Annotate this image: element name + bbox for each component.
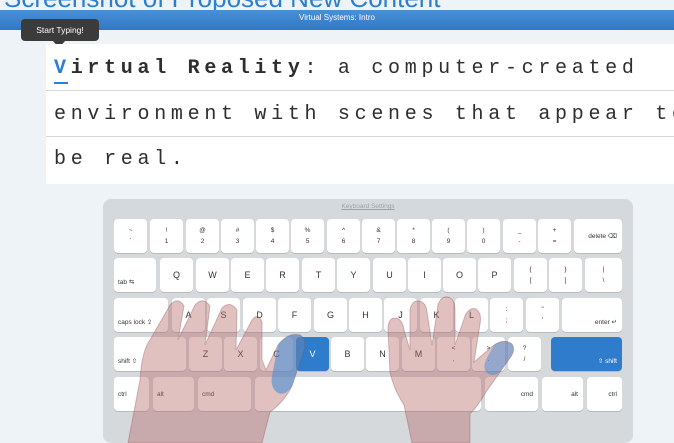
key-ctrl-left[interactable]: ctrl: [114, 377, 149, 411]
key-3[interactable]: #3: [221, 219, 254, 253]
key-q[interactable]: Q: [160, 258, 193, 292]
key-k[interactable]: K: [420, 298, 453, 332]
typing-cursor: [54, 82, 68, 84]
key-backslash[interactable]: | \: [585, 258, 622, 292]
lesson-line-1-rest: : a computer-created: [304, 57, 639, 80]
key-ctrl-right[interactable]: ctrl: [587, 377, 622, 411]
key-cmd-right[interactable]: cmd: [485, 377, 538, 411]
key-shift-right[interactable]: ⇧ shift: [551, 337, 622, 371]
key-i[interactable]: I: [408, 258, 441, 292]
key-minus[interactable]: _ -: [503, 219, 536, 253]
key-f[interactable]: F: [278, 298, 311, 332]
key-comma[interactable]: <,: [437, 337, 470, 371]
key-d[interactable]: D: [243, 298, 276, 332]
key-left-bracket[interactable]: {[: [514, 258, 547, 292]
key-w[interactable]: W: [196, 258, 229, 292]
key-cmd-left[interactable]: cmd: [198, 377, 251, 411]
line-divider: [46, 136, 674, 137]
key-7[interactable]: & 7: [362, 219, 395, 253]
key-n[interactable]: N: [366, 337, 399, 371]
key-a[interactable]: A: [172, 298, 205, 332]
key-backtick[interactable]: ~ `: [114, 219, 147, 253]
lesson-text-panel: Virtual Reality: a computer-created envi…: [46, 44, 674, 184]
current-character: V: [54, 57, 71, 80]
key-5[interactable]: % 5: [291, 219, 324, 253]
key-y[interactable]: Y: [337, 258, 370, 292]
key-6[interactable]: ^ 6: [327, 219, 360, 253]
key-2[interactable]: @2: [186, 219, 219, 253]
key-s[interactable]: S: [207, 298, 240, 332]
key-caps-lock[interactable]: caps lock ⇪: [114, 298, 168, 332]
key-shift-left[interactable]: shift ⇧: [114, 337, 186, 371]
key-4[interactable]: $4: [256, 219, 289, 253]
key-space[interactable]: [255, 377, 481, 411]
key-9[interactable]: (9: [432, 219, 465, 253]
key-delete[interactable]: delete ⌫: [574, 219, 622, 253]
key-p[interactable]: P: [478, 258, 511, 292]
keyboard-settings-link[interactable]: Keyboard Settings: [103, 203, 633, 210]
key-right-bracket[interactable]: }]: [549, 258, 582, 292]
key-semicolon[interactable]: :;: [490, 298, 523, 332]
key-b[interactable]: B: [331, 337, 364, 371]
lesson-line-3: be real.: [54, 148, 188, 171]
header-title: Virtual Systems: Intro: [299, 13, 375, 22]
key-l[interactable]: L: [455, 298, 488, 332]
key-8[interactable]: * 8: [397, 219, 430, 253]
key-period[interactable]: >.: [472, 337, 505, 371]
lesson-term: irtual Reality: [70, 57, 305, 80]
key-x[interactable]: X: [224, 337, 257, 371]
key-quote[interactable]: " ': [526, 298, 559, 332]
lesson-line-2: environment with scenes that appear to: [54, 103, 674, 126]
key-v[interactable]: V: [296, 337, 329, 371]
key-alt-left[interactable]: alt: [153, 377, 194, 411]
key-t[interactable]: T: [302, 258, 335, 292]
key-e[interactable]: E: [231, 258, 264, 292]
start-typing-tooltip: Start Typing!: [21, 19, 99, 41]
key-0[interactable]: ) 0: [467, 219, 500, 253]
key-r[interactable]: R: [266, 258, 299, 292]
key-g[interactable]: G: [314, 298, 347, 332]
key-slash[interactable]: ? /: [508, 337, 541, 371]
key-c[interactable]: C: [260, 337, 293, 371]
line-divider: [46, 90, 674, 91]
key-equals[interactable]: + =: [538, 219, 571, 253]
key-h[interactable]: H: [349, 298, 382, 332]
key-tab[interactable]: tab ⇆: [114, 258, 156, 292]
key-1[interactable]: ! 1: [150, 219, 183, 253]
key-alt-right[interactable]: alt: [542, 377, 583, 411]
page: { "page": { "caption": "Screenshot of Pr…: [0, 0, 674, 443]
key-u[interactable]: U: [373, 258, 406, 292]
on-screen-keyboard: Keyboard Settings ~ ` ! 1 @2 #3 $4 % 5 ^ 6 &…: [103, 199, 633, 443]
key-z[interactable]: Z: [189, 337, 222, 371]
key-j[interactable]: J: [384, 298, 417, 332]
key-o[interactable]: O: [443, 258, 476, 292]
lesson-line-1: Virtual Reality: a computer-created: [54, 57, 639, 80]
key-enter[interactable]: enter ↵: [562, 298, 622, 332]
key-m[interactable]: M: [402, 337, 435, 371]
